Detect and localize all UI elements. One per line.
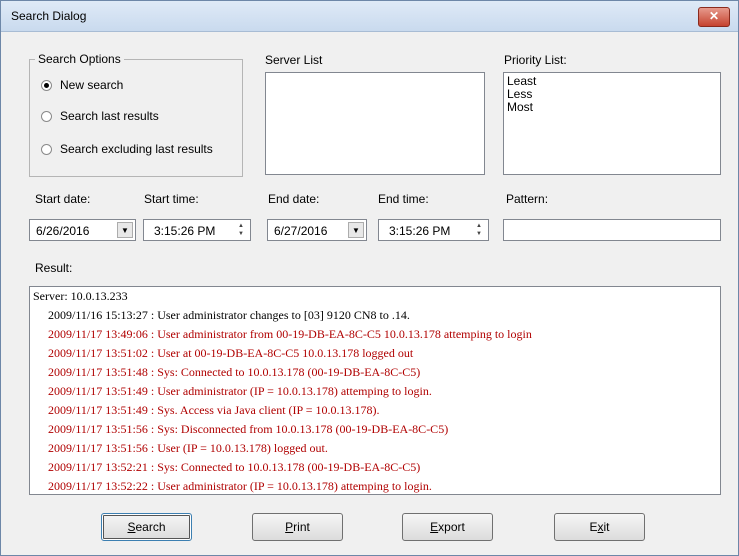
print-button-mnemonic: P (285, 520, 294, 534)
search-dialog-window: Search Dialog ✕ Search Options New searc… (0, 0, 739, 556)
priority-list-box[interactable]: Least Less Most (503, 72, 721, 175)
end-time-field[interactable]: 3:15:26 PM ▲ ▼ (378, 219, 489, 241)
radio-icon (41, 79, 52, 91)
result-line: 2009/11/17 13:51:56 : Sys: Disconnected … (48, 422, 449, 436)
spin-down-icon[interactable]: ▼ (234, 230, 248, 238)
start-time-label: Start time: (144, 192, 199, 206)
start-time-value: 3:15:26 PM (154, 224, 216, 238)
close-icon[interactable]: ✕ (698, 7, 730, 27)
start-date-picker[interactable]: 6/26/2016 ▼ (29, 219, 136, 241)
exit-button-label: it (603, 520, 610, 534)
priority-list-label: Priority List: (504, 53, 567, 67)
export-button[interactable]: Export (402, 513, 493, 541)
start-date-label: Start date: (35, 192, 91, 206)
window-title: Search Dialog (11, 9, 87, 23)
radio-new-search[interactable]: New search (41, 78, 123, 92)
radio-icon (41, 143, 52, 155)
title-bar: Search Dialog ✕ (1, 1, 738, 32)
radio-search-excluding-last[interactable]: Search excluding last results (41, 142, 213, 156)
exit-button-prefix: E (589, 520, 598, 534)
search-options-legend: Search Options (35, 52, 124, 66)
list-item[interactable]: Less (507, 88, 717, 101)
result-line: 2009/11/17 13:51:49 : Sys. Access via Ja… (48, 403, 380, 417)
result-box[interactable]: Server: 10.0.13.233 2009/11/16 15:13:27 … (29, 286, 721, 495)
start-time-field[interactable]: 3:15:26 PM ▲ ▼ (143, 219, 251, 241)
search-button[interactable]: Search (101, 513, 192, 541)
result-line: 2009/11/16 15:13:27 : User administrator… (48, 308, 410, 322)
radio-icon (41, 110, 52, 122)
spin-arrows-icon[interactable]: ▲ ▼ (234, 222, 248, 238)
radio-label: New search (60, 78, 124, 92)
spin-down-icon[interactable]: ▼ (472, 230, 486, 238)
search-button-label: earch (135, 520, 166, 534)
list-item[interactable]: Least (507, 75, 717, 88)
server-list-box[interactable] (265, 72, 485, 175)
export-button-mnemonic: E (430, 520, 439, 534)
end-time-label: End time: (378, 192, 429, 206)
server-list-label: Server List (265, 53, 323, 67)
dropdown-arrow-icon[interactable]: ▼ (348, 222, 364, 238)
print-button-label: rint (293, 520, 310, 534)
pattern-input[interactable] (503, 219, 721, 241)
radio-label: Search excluding last results (60, 142, 213, 156)
print-button[interactable]: Print (252, 513, 343, 541)
result-line: 2009/11/17 13:52:21 : Sys: Connected to … (48, 460, 421, 474)
end-date-label: End date: (268, 192, 320, 206)
result-line: 2009/11/17 13:51:56 : User (IP = 10.0.13… (48, 441, 328, 455)
start-date-value: 6/26/2016 (36, 224, 90, 238)
spin-up-icon[interactable]: ▲ (472, 222, 486, 230)
result-line: 2009/11/17 13:51:48 : Sys: Connected to … (48, 365, 421, 379)
spin-up-icon[interactable]: ▲ (234, 222, 248, 230)
list-item[interactable]: Most (507, 101, 717, 114)
result-line: 2009/11/17 13:51:02 : User at 00-19-DB-E… (48, 346, 414, 360)
result-line: 2009/11/17 13:51:49 : User administrator… (48, 384, 432, 398)
exit-button[interactable]: Exit (554, 513, 645, 541)
radio-label: Search last results (60, 109, 159, 123)
result-line: 2009/11/17 13:52:22 : User administrator… (48, 479, 432, 493)
pattern-label: Pattern: (506, 192, 549, 206)
export-button-label: xport (438, 520, 465, 534)
spin-arrows-icon[interactable]: ▲ ▼ (472, 222, 486, 238)
dropdown-arrow-icon[interactable]: ▼ (117, 222, 133, 238)
result-label: Result: (35, 261, 73, 275)
radio-search-last-results[interactable]: Search last results (41, 109, 159, 123)
result-header: Server: 10.0.13.233 (33, 289, 128, 303)
end-date-value: 6/27/2016 (274, 224, 328, 238)
end-time-value: 3:15:26 PM (389, 224, 451, 238)
end-date-picker[interactable]: 6/27/2016 ▼ (267, 219, 367, 241)
result-line: 2009/11/17 13:49:06 : User administrator… (48, 327, 532, 341)
